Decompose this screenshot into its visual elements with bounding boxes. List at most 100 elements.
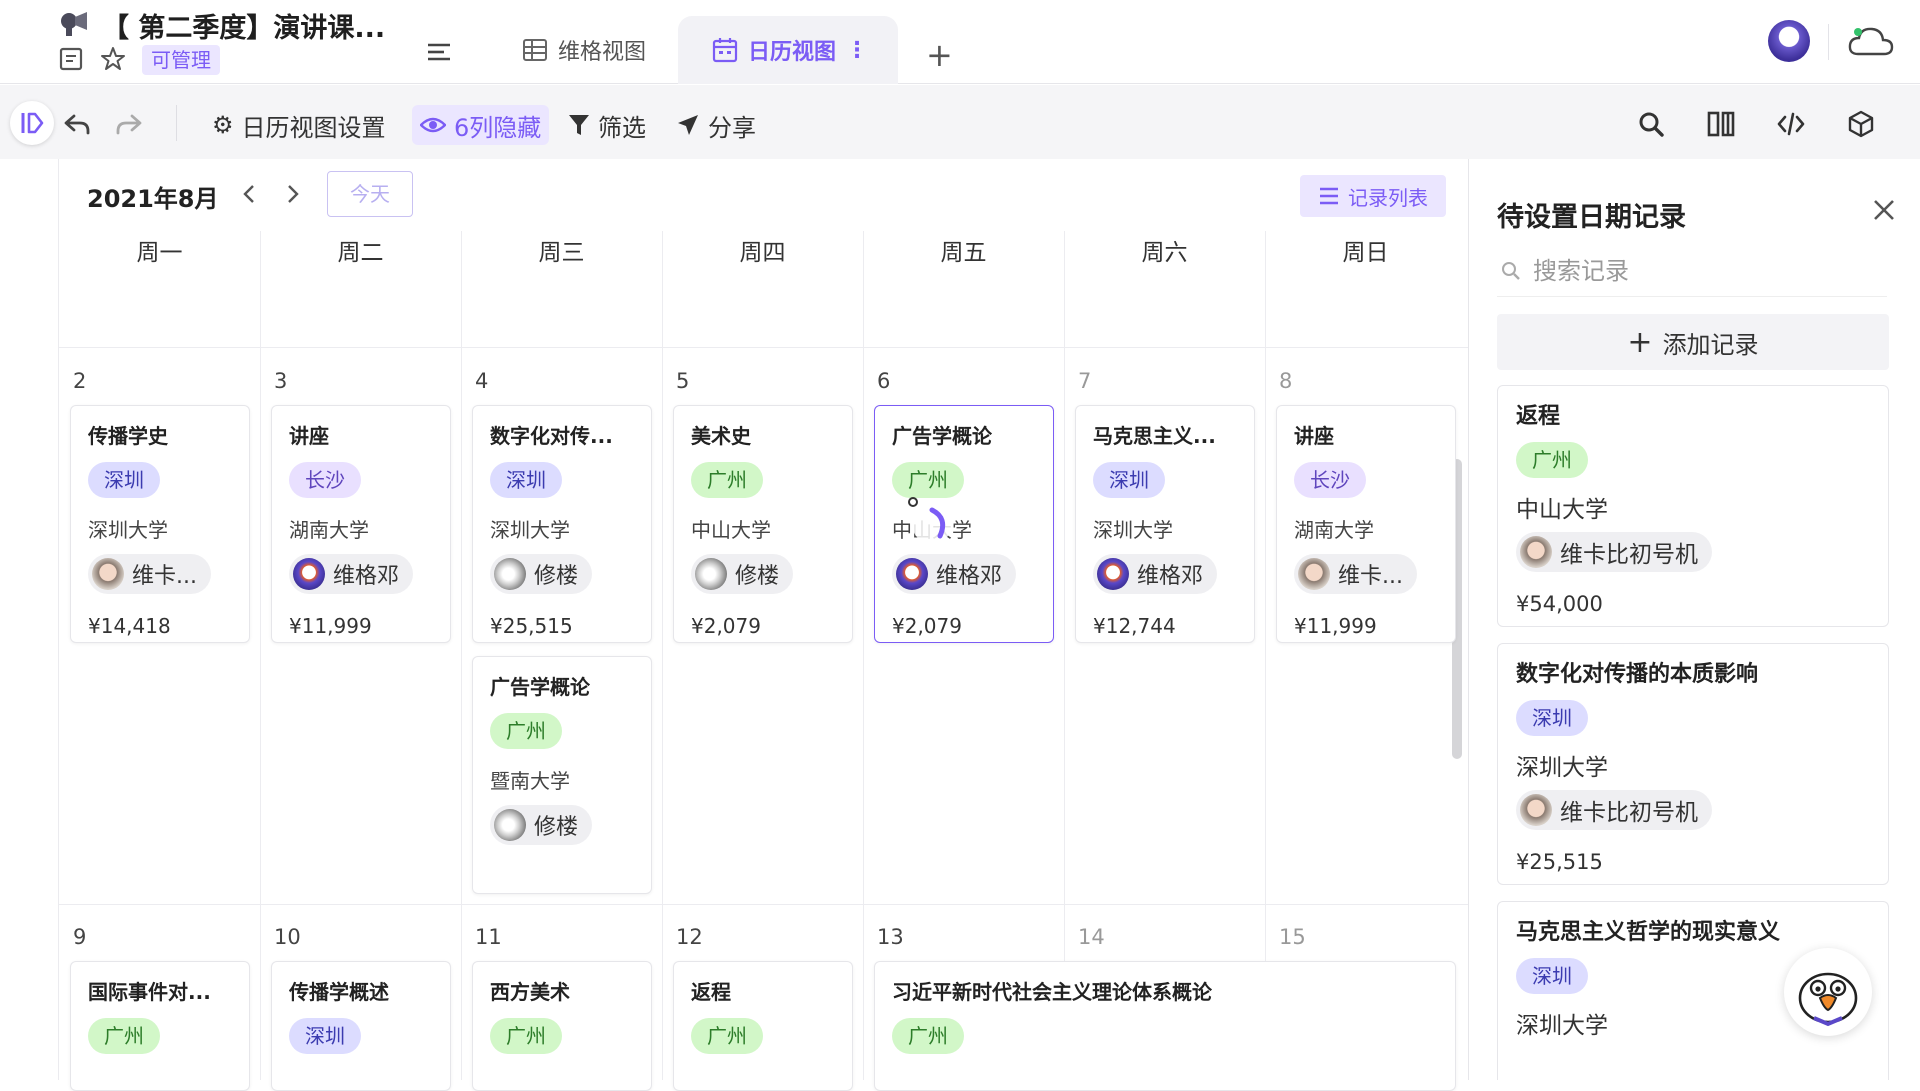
event-card[interactable]: 马克思主义... 深圳 深圳大学 维格邓 ¥12,744 [1075,405,1255,643]
share-button[interactable]: 分享 [676,105,756,145]
avatar [1097,558,1129,590]
event-card[interactable]: 讲座 长沙 湖南大学 维格邓 ¥11,999 [271,405,451,643]
avatar [92,558,124,590]
cloud-sync-icon[interactable] [1846,22,1896,60]
doc-title[interactable]: 【 第二季度】演讲课... [102,6,385,45]
views-menu-icon[interactable] [424,38,454,66]
event-title: 传播学概述 [289,980,389,1004]
event-school: 深圳大学 [88,518,168,542]
record-list-button[interactable]: 记录列表 [1300,175,1446,217]
tab-calendar-view[interactable]: 日历视图 ⋮ [678,16,898,84]
toolbar-divider [176,105,177,141]
unscheduled-records-panel: 待设置日期记录 + 添加记录 返程 广州 中山大学 维卡比初号机 ¥54,000… [1468,159,1920,1080]
day-number: 10 [274,925,301,949]
event-card-selected[interactable]: 广告学概论 广州 中山大学 维格邓 ¥2,079 [874,405,1054,643]
member-name: 修楼 [534,564,579,589]
event-title: 讲座 [289,424,329,448]
event-title: 讲座 [1294,424,1334,448]
event-card-multiday[interactable]: 习近平新时代社会主义理论体系概论 广州 [874,961,1456,1091]
weekday-mon: 周一 [136,240,183,266]
permission-badge: 可管理 [142,45,220,75]
today-button[interactable]: 今天 [327,171,413,217]
city-tag: 深圳 [490,462,562,498]
record-card[interactable]: 数字化对传播的本质影响 深圳 深圳大学 维卡比初号机 ¥25,515 [1497,643,1889,885]
event-card[interactable]: 西方美术 广州 [472,961,652,1091]
day-number: 12 [676,925,703,949]
avatar [896,558,928,590]
code-icon[interactable] [1776,109,1806,139]
event-price: ¥25,515 [490,614,573,638]
header-divider [1828,24,1829,60]
day-number: 4 [475,369,489,393]
grid-line [260,231,261,1080]
avatar [494,809,526,841]
city-tag: 长沙 [1294,462,1366,498]
event-price: ¥2,079 [892,614,962,638]
help-assistant-button[interactable] [1784,948,1872,1036]
prev-month-icon[interactable] [239,183,261,205]
star-icon[interactable] [100,46,126,72]
app-header: 【 第二季度】演讲课... 可管理 维格视图 日历视图 ⋮ + [0,0,1920,84]
member-chip: 维格邓 [892,554,1017,594]
day-number: 15 [1279,925,1306,949]
event-card[interactable]: 传播学概述 深圳 [271,961,451,1091]
record-school: 深圳大学 [1516,755,1608,781]
user-avatar[interactable] [1768,20,1810,62]
redo-icon[interactable] [114,109,144,139]
member-chip: 维卡... [1294,554,1417,594]
next-month-icon[interactable] [281,183,303,205]
search-icon [1502,262,1520,280]
event-card[interactable]: 国际事件对... 广州 [70,961,250,1091]
avatar [494,558,526,590]
undo-icon[interactable] [62,109,92,139]
record-school: 深圳大学 [1516,1013,1608,1039]
add-record-button[interactable]: + 添加记录 [1497,314,1889,370]
mascot-icon [1798,972,1858,1027]
tab-grid-view[interactable]: 维格视图 [522,16,646,84]
event-card[interactable]: 美术史 广州 中山大学 修楼 ¥2,079 [673,405,853,643]
event-card[interactable]: 数字化对传... 深圳 深圳大学 修楼 ¥25,515 [472,405,652,643]
sidebar-toggle-button[interactable] [10,101,54,145]
add-view-button[interactable]: + [926,36,953,74]
record-card[interactable]: 返程 广州 中山大学 维卡比初号机 ¥54,000 [1497,385,1889,627]
record-school: 中山大学 [1516,497,1608,523]
event-card[interactable]: 讲座 长沙 湖南大学 维卡... ¥11,999 [1276,405,1456,643]
record-title: 数字化对传播的本质影响 [1516,662,1759,687]
calendar-settings-button[interactable]: ⚙ 日历视图设置 [212,105,386,145]
view-toolbar: ⚙ 日历视图设置 6列隐藏 筛选 分享 [0,85,1920,159]
member-chip: 修楼 [490,554,593,594]
member-name: 维格邓 [333,564,400,589]
event-card[interactable]: 返程 广州 [673,961,853,1091]
record-price: ¥54,000 [1516,592,1603,616]
day-number: 6 [877,369,891,393]
day-number: 8 [1279,369,1293,393]
event-title: 马克思主义... [1093,424,1216,448]
eye-icon [420,117,446,133]
description-icon[interactable] [58,46,84,72]
event-price: ¥12,744 [1093,614,1176,638]
filter-button[interactable]: 筛选 [568,105,646,145]
hidden-columns-button[interactable]: 6列隐藏 [412,105,550,145]
list-icon [1320,187,1338,205]
day-number: 14 [1078,925,1105,949]
search-input[interactable] [1533,253,1873,289]
day-number: 3 [274,369,288,393]
grid-line [1265,231,1266,1080]
calendar-view: 2021年8月 今天 记录列表 周一 周二 周三 周四 周五 周六 周日 2 3… [58,159,1469,1091]
widget-panel-icon[interactable] [1706,109,1736,139]
search-icon[interactable] [1636,109,1666,139]
event-price: ¥11,999 [1294,614,1377,638]
close-icon[interactable] [1871,197,1897,223]
member-chip: 维卡... [88,554,211,594]
more-vertical-icon[interactable]: ⋮ [846,38,868,63]
event-card[interactable]: 广告学概论 广州 暨南大学 修楼 [472,656,652,894]
event-school: 湖南大学 [289,518,369,542]
event-card[interactable]: 传播学史 深圳 深圳大学 维卡... ¥14,418 [70,405,250,643]
city-tag: 广州 [490,1018,562,1054]
send-icon [678,115,698,135]
grid-view-icon [523,39,547,61]
event-school: 湖南大学 [1294,518,1374,542]
current-month: 2021年8月 [87,185,219,213]
cube-icon[interactable] [1846,109,1876,139]
tab-grid-label: 维格视图 [558,40,647,65]
